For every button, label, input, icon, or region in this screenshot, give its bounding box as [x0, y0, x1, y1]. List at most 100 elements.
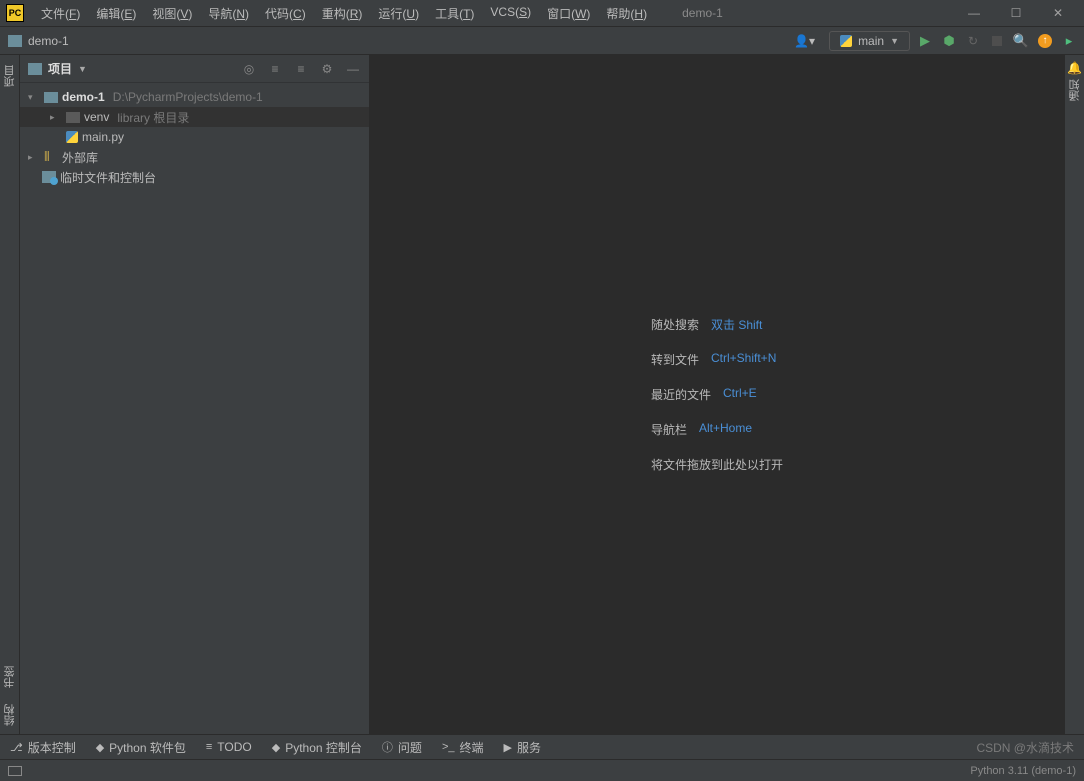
bottom-tool-版本控制[interactable]: ⎇ 版本控制 — [10, 739, 76, 756]
settings-button[interactable]: ⚙ — [319, 62, 335, 76]
shortcut-key: Ctrl+Shift+N — [711, 351, 776, 368]
notifications-icon[interactable]: 🔔 — [1067, 61, 1082, 75]
python-file-icon — [66, 131, 78, 143]
tree-ext-libs[interactable]: ▸ 外部库 — [20, 147, 369, 167]
tree-scratch[interactable]: 临时文件和控制台 — [20, 167, 369, 187]
shortcut-key: 双击 Shift — [711, 316, 762, 333]
tool-label: 版本控制 — [28, 739, 76, 756]
close-button[interactable]: ✕ — [1046, 6, 1070, 20]
debug-button[interactable]: ⬢ — [942, 34, 956, 48]
menu-item[interactable]: 视图(V) — [145, 2, 199, 25]
maximize-button[interactable]: ☐ — [1004, 6, 1028, 20]
tool-label: Python 软件包 — [109, 739, 186, 756]
tree-venv[interactable]: ▸ venv library 根目录 — [20, 107, 369, 127]
locate-button[interactable]: ◎ — [241, 62, 257, 76]
tool-icon: ⎇ — [10, 741, 23, 754]
menu-item[interactable]: 代码(C) — [258, 2, 313, 25]
tool-label: 问题 — [398, 739, 422, 756]
shortcut-row: 转到文件 Ctrl+Shift+N — [651, 351, 783, 368]
breadcrumb[interactable]: demo-1 — [8, 34, 69, 48]
tool-icon: >_ — [442, 741, 455, 753]
run-button[interactable]: ▶ — [918, 34, 932, 48]
sidebar-title: 项目 — [48, 60, 72, 77]
menu-item[interactable]: VCS(S) — [483, 2, 538, 25]
shortcut-label: 转到文件 — [651, 351, 699, 368]
tool-icon: ⓘ — [382, 739, 393, 755]
search-button[interactable]: 🔍 — [1014, 34, 1028, 48]
root-path: D:\PycharmProjects\demo-1 — [113, 90, 263, 104]
shortcut-label: 随处搜索 — [651, 316, 699, 333]
run-config-label: main — [858, 34, 884, 48]
left-gutter-bottom: 书签 结构 — [0, 658, 20, 734]
expand-all-button[interactable]: ≡ — [267, 62, 283, 76]
breadcrumb-label: demo-1 — [28, 34, 69, 48]
editor-area[interactable]: 随处搜索双击 Shift 转到文件 Ctrl+Shift+N 最近的文件Ctrl+E 导… — [370, 55, 1064, 734]
shortcut-hints: 随处搜索双击 Shift 转到文件 Ctrl+Shift+N 最近的文件Ctrl+E 导… — [651, 316, 783, 473]
tool-window-toggle[interactable] — [8, 766, 22, 776]
tool-label: 终端 — [459, 739, 483, 756]
menu-item[interactable]: 工具(T) — [428, 2, 481, 25]
window-title: demo-1 — [682, 6, 723, 20]
notifications-tab[interactable]: 通知 — [1065, 75, 1084, 105]
update-button[interactable]: ↑ — [1038, 34, 1052, 48]
right-gutter: 🔔 通知 — [1064, 55, 1084, 734]
library-icon — [44, 150, 58, 164]
chevron-down-icon[interactable]: ▼ — [78, 64, 87, 74]
bottom-tool-服务[interactable]: ▶服务 — [504, 739, 541, 756]
shortcut-label: 最近的文件 — [651, 386, 711, 403]
expand-icon[interactable]: ▾ — [28, 92, 40, 103]
structure-tab[interactable]: 结构 — [0, 696, 20, 734]
menu-item[interactable]: 运行(U) — [371, 2, 426, 25]
venv-label: venv — [84, 110, 109, 124]
bottom-tool-TODO[interactable]: ≡TODO — [206, 740, 252, 754]
add-config-button[interactable]: 👤▾ — [788, 32, 821, 50]
project-sidebar: 项目 ▼ ◎ ≡ ≡ ⚙ — ▾ demo-1 D:\PycharmProjec… — [20, 55, 370, 734]
menu-item[interactable]: 编辑(E) — [89, 2, 143, 25]
interpreter-label[interactable]: Python 3.11 (demo-1) — [970, 765, 1076, 777]
project-tab[interactable]: 项目 — [0, 61, 20, 91]
shortcut-label: 将文件拖放到此处以打开 — [651, 456, 783, 473]
bottom-tool-问题[interactable]: ⓘ 问题 — [382, 739, 422, 756]
tree-main-py[interactable]: main.py — [20, 127, 369, 147]
minimize-button[interactable]: — — [962, 6, 986, 20]
tree-root[interactable]: ▾ demo-1 D:\PycharmProjects\demo-1 — [20, 87, 369, 107]
expand-icon[interactable]: ▸ — [50, 112, 62, 123]
hide-button[interactable]: — — [345, 62, 361, 76]
code-with-me-button[interactable]: ▸ — [1062, 34, 1076, 48]
sidebar-header: 项目 ▼ ◎ ≡ ≡ ⚙ — — [20, 55, 369, 83]
watermark: CSDN @水滴技术 — [976, 739, 1074, 756]
folder-icon — [44, 92, 58, 103]
menu-item[interactable]: 文件(F) — [34, 2, 87, 25]
main-body: 项目 项目 ▼ ◎ ≡ ≡ ⚙ — ▾ demo-1 D:\PycharmPro… — [0, 55, 1084, 734]
venv-hint: library 根目录 — [117, 109, 189, 126]
bottom-tool-Python 软件包[interactable]: ◆ Python 软件包 — [96, 739, 186, 756]
collapse-all-button[interactable]: ≡ — [293, 62, 309, 76]
shortcut-row: 最近的文件Ctrl+E — [651, 386, 783, 403]
bottom-tool-Python 控制台[interactable]: ◆ Python 控制台 — [272, 739, 362, 756]
bottom-toolbar: ⎇ 版本控制 ◆ Python 软件包 ≡TODO ◆ Python 控制台 ⓘ 问题 >_ 终端 ▶… — [0, 734, 1084, 759]
menu-item[interactable]: 导航(N) — [201, 2, 256, 25]
toolbar: demo-1 👤▾ main ▼ ▶ ⬢ ↻ 🔍 ↑ ▸ — [0, 27, 1084, 55]
tool-icon: ◆ — [272, 741, 280, 754]
project-tree: ▾ demo-1 D:\PycharmProjects\demo-1 ▸ ven… — [20, 83, 369, 191]
ext-label: 外部库 — [62, 149, 98, 166]
run-coverage-button[interactable]: ↻ — [966, 34, 980, 48]
root-label: demo-1 — [62, 90, 105, 104]
title-bar: PC 文件(F)编辑(E)视图(V)导航(N)代码(C)重构(R)运行(U)工具… — [0, 0, 1084, 27]
tool-label: TODO — [217, 740, 251, 754]
shortcut-key: Alt+Home — [699, 421, 752, 438]
menu-item[interactable]: 窗口(W) — [540, 2, 597, 25]
menu-item[interactable]: 重构(R) — [315, 2, 370, 25]
bookmarks-tab[interactable]: 书签 — [0, 658, 20, 696]
shortcut-label: 导航栏 — [651, 421, 687, 438]
tool-icon: ◆ — [96, 741, 104, 754]
expand-icon[interactable]: ▸ — [28, 152, 40, 163]
stop-button[interactable] — [990, 34, 1004, 48]
main-py-label: main.py — [82, 130, 124, 144]
run-config-selector[interactable]: main ▼ — [829, 31, 910, 51]
menu-item[interactable]: 帮助(H) — [599, 2, 654, 25]
folder-icon — [66, 112, 80, 123]
tool-label: Python 控制台 — [285, 739, 362, 756]
bottom-tool-终端[interactable]: >_ 终端 — [442, 739, 484, 756]
project-icon — [28, 63, 42, 75]
